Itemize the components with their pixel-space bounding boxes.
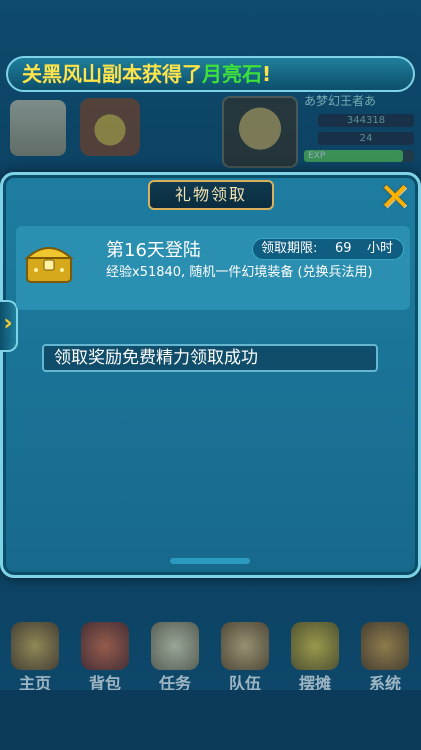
player-stat-1: 344318 xyxy=(318,114,414,127)
nav-team[interactable]: 队伍 xyxy=(212,620,278,693)
nav-system[interactable]: 系统 xyxy=(352,620,418,693)
close-button[interactable]: ✕ xyxy=(376,178,414,216)
reward-title: 第16天登陆 xyxy=(106,240,201,261)
ticker-exclaim: ! xyxy=(262,62,272,86)
nav-home[interactable]: 主页 xyxy=(2,620,68,693)
deadline-label: 领取期限: xyxy=(261,241,318,256)
deadline-value: 69 xyxy=(335,241,352,256)
bottom-nav: 主页 背包 任务 队伍 摆摊 系统 xyxy=(0,620,421,693)
treasure-icon xyxy=(80,98,140,156)
exp-bar: EXP xyxy=(304,150,414,162)
reward-description: 经验x51840, 随机一件幻境装备 (兑换兵法用) xyxy=(106,265,373,280)
stall-icon xyxy=(291,622,339,670)
chevron-right-icon: › xyxy=(3,311,13,336)
deadline-unit: 小时 xyxy=(367,241,394,256)
nav-backpack[interactable]: 背包 xyxy=(72,620,138,693)
exp-label: EXP xyxy=(308,151,326,161)
calendar-icon xyxy=(10,100,66,156)
dialog-ornament xyxy=(170,558,250,564)
player-portrait xyxy=(222,96,298,168)
dialog-title: 礼物领取 xyxy=(148,180,274,210)
nav-quest[interactable]: 任务 xyxy=(142,620,208,693)
side-tab-button[interactable]: › xyxy=(0,300,18,352)
page-bottom-area xyxy=(0,690,421,750)
team-icon xyxy=(221,622,269,670)
result-message: 领取奖励免费精力领取成功 xyxy=(42,344,378,372)
ticker-item-name: 月亮石 xyxy=(202,62,262,86)
announcement-ticker: 关黑风山副本获得了 月亮石 ! xyxy=(6,56,415,92)
deadline-badge: 领取期限: 69 小时 xyxy=(252,238,404,260)
player-name: あ梦幻王者あ xyxy=(304,94,377,108)
background-hud: あ梦幻王者あ 344318 24 EXP xyxy=(0,92,421,172)
player-stat-2: 24 xyxy=(318,132,414,145)
home-building-icon xyxy=(11,622,59,670)
scroll-icon xyxy=(151,622,199,670)
nav-stall[interactable]: 摆摊 xyxy=(282,620,348,693)
close-x-icon: ✕ xyxy=(379,175,411,219)
treasure-chest-icon xyxy=(24,247,74,283)
gear-icon xyxy=(361,622,409,670)
ticker-text: 关黑风山副本获得了 xyxy=(22,62,202,86)
backpack-icon xyxy=(81,622,129,670)
